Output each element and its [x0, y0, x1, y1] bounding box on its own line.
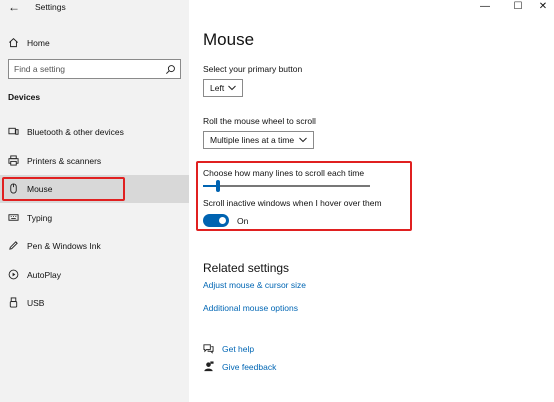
primary-button-label: Select your primary button [203, 64, 303, 74]
sidebar-item-label: Typing [27, 213, 53, 223]
primary-button-value: Left [210, 83, 225, 93]
give-feedback-link[interactable]: Give feedback [222, 362, 276, 372]
sidebar-item-label: Home [27, 38, 50, 48]
lines-to-scroll-slider-track[interactable] [203, 185, 370, 187]
annotation-highlight-mouse [2, 177, 125, 201]
maximize-button[interactable]: ☐ [508, 0, 528, 16]
chevron-down-icon [228, 85, 236, 91]
sidebar-item-autoplay[interactable]: AutoPlay [0, 261, 189, 289]
get-help-link[interactable]: Get help [222, 344, 254, 354]
lines-to-scroll-label: Choose how many lines to scroll each tim… [203, 168, 365, 178]
sidebar-item-label: Printers & scanners [27, 156, 102, 166]
section-heading: Devices [8, 92, 41, 102]
chevron-down-icon [299, 137, 307, 143]
primary-button-select[interactable]: Left [203, 79, 243, 97]
scroll-inactive-toggle[interactable] [203, 214, 229, 227]
pen-icon [9, 241, 18, 250]
back-icon[interactable]: ← [8, 1, 20, 13]
autoplay-icon [8, 269, 19, 280]
toggle-knob [219, 217, 226, 224]
wheel-scroll-value: Multiple lines at a time [210, 135, 295, 145]
related-settings-heading: Related settings [203, 261, 290, 275]
search-icon[interactable] [165, 64, 176, 75]
scroll-inactive-label: Scroll inactive windows when I hover ove… [203, 198, 382, 208]
wheel-scroll-select[interactable]: Multiple lines at a time [203, 131, 314, 149]
sidebar: ← Settings Home Devices Bluetooth & othe… [0, 0, 189, 402]
search-input[interactable] [14, 63, 164, 75]
sidebar-item-pen[interactable]: Pen & Windows Ink [0, 232, 189, 260]
window-title: Settings [35, 2, 66, 12]
close-button[interactable]: ✕ [533, 0, 553, 16]
sidebar-item-bluetooth[interactable]: Bluetooth & other devices [0, 118, 189, 146]
sidebar-item-label: Pen & Windows Ink [27, 241, 101, 251]
printer-icon [8, 155, 19, 166]
keyboard-icon [8, 214, 19, 221]
sidebar-item-label: Bluetooth & other devices [27, 127, 124, 137]
sidebar-item-printers[interactable]: Printers & scanners [0, 147, 189, 175]
search-field[interactable] [8, 59, 181, 79]
wheel-scroll-label: Roll the mouse wheel to scroll [203, 116, 316, 126]
title-bar: ← Settings [0, 0, 189, 16]
sidebar-item-label: USB [27, 298, 45, 308]
get-help-icon [203, 344, 214, 354]
toggle-state-label: On [237, 216, 249, 226]
give-feedback-icon [204, 361, 214, 372]
home-icon [9, 38, 18, 48]
usb-icon [9, 297, 18, 308]
sidebar-item-label: AutoPlay [27, 270, 62, 280]
sidebar-item-home[interactable]: Home [0, 34, 189, 50]
settings-window: ← Settings Home Devices Bluetooth & othe… [0, 0, 554, 402]
bluetooth-devices-icon [8, 127, 19, 135]
adjust-mouse-cursor-size-link[interactable]: Adjust mouse & cursor size [203, 280, 306, 290]
page-title: Mouse [203, 30, 255, 49]
additional-mouse-options-link[interactable]: Additional mouse options [203, 303, 298, 313]
minimize-button[interactable]: — [475, 0, 495, 16]
sidebar-item-typing[interactable]: Typing [0, 204, 189, 232]
lines-to-scroll-slider-thumb[interactable] [216, 180, 221, 192]
sidebar-item-usb[interactable]: USB [0, 289, 189, 317]
